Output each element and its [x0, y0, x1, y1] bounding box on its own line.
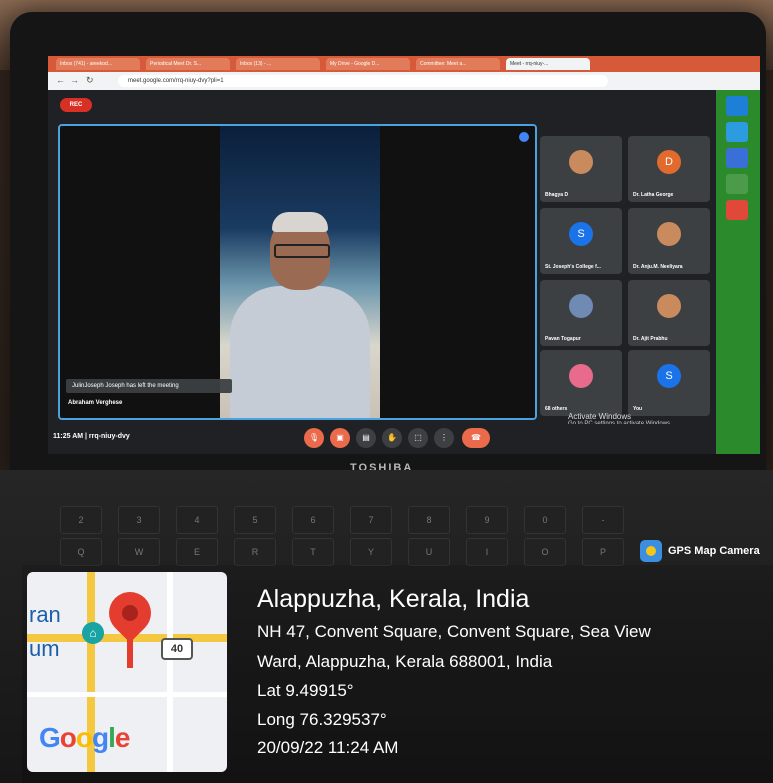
meet-control-bar: 11:25 AM | rrq-niuy-dvy 🎙 ▣ ▤ ✋ ⬚ ⋮ ☎	[48, 424, 760, 454]
browser-tab[interactable]: My Drive - Google D...	[326, 58, 410, 70]
participant-name: Dr. Latha George	[633, 192, 674, 198]
chrome-icon[interactable]	[726, 200, 748, 220]
key: 2	[60, 506, 102, 534]
key: P	[582, 538, 624, 566]
mic-icon[interactable]: 🎙	[304, 428, 324, 448]
main-speaker-name: Abraham Verghese	[68, 400, 123, 406]
key: 3	[118, 506, 160, 534]
photo-scene: Inbox (741) - areekod... Periodical Meet…	[0, 0, 773, 783]
participant-tile[interactable]: Dr. Anju.M. Neeliyara	[628, 208, 710, 274]
browser-tab-bar: Inbox (741) - areekod... Periodical Meet…	[48, 56, 760, 72]
latitude: Lat 9.49915°	[257, 681, 354, 700]
reload-icon[interactable]: ↻	[86, 75, 94, 86]
address-line-2: Ward, Alappuzha, Kerala 688001, India	[257, 652, 553, 671]
present-icon[interactable]: ⬚	[408, 428, 428, 448]
more-options-icon[interactable]: ⋮	[434, 428, 454, 448]
store-icon[interactable]	[726, 174, 748, 194]
participant-tile[interactable]: D Dr. Latha George	[628, 136, 710, 202]
forward-icon[interactable]: →	[70, 75, 79, 85]
avatar: S	[657, 364, 681, 388]
speaker-body	[230, 286, 370, 418]
participant-tile[interactable]: Bhagya D	[540, 136, 622, 202]
longitude: Long 76.329537°	[257, 710, 387, 729]
participant-name: Bhagya D	[545, 192, 569, 198]
key: 4	[176, 506, 218, 534]
map-label: um	[29, 636, 60, 661]
participant-name: Dr. Ajit Prabhu	[633, 336, 668, 342]
key: R	[234, 538, 276, 566]
browser-tab[interactable]: Periodical Meet Dr. S...	[146, 58, 230, 70]
location-title: Alappuzha, Kerala, India	[257, 585, 530, 613]
map-label: ran	[29, 602, 61, 627]
key: 7	[350, 506, 392, 534]
map-thumbnail: ran um ⌂ 40 Google	[27, 572, 227, 772]
key: 8	[408, 506, 450, 534]
meeting-time-code: 11:25 AM | rrq-niuy-dvy	[53, 433, 130, 440]
participant-tile-self[interactable]: S You	[628, 350, 710, 416]
browser-tab-active[interactable]: Meet - rrq-niuy-...	[506, 58, 590, 70]
address-line-1: NH 47, Convent Square, Convent Square, S…	[257, 622, 651, 641]
google-logo: Google	[39, 722, 130, 753]
laptop-screen: Inbox (741) - areekod... Periodical Meet…	[48, 56, 760, 454]
key: W	[118, 538, 160, 566]
participant-tile[interactable]: S St. Joseph's College f...	[540, 208, 622, 274]
participant-tile-others[interactable]: 68 others	[540, 350, 622, 416]
key: 9	[466, 506, 508, 534]
avatar	[569, 364, 593, 388]
main-speaker-tile: JulinJoseph Joseph has left the meeting …	[58, 124, 537, 420]
key: Y	[350, 538, 392, 566]
key: O	[524, 538, 566, 566]
participant-name: Pavan Togapur	[545, 336, 581, 342]
key: -	[582, 506, 624, 534]
speaker-video	[220, 126, 380, 418]
key: 6	[292, 506, 334, 534]
browser-tab[interactable]: Committee: Meet a...	[416, 58, 500, 70]
key: 0	[524, 506, 566, 534]
back-icon[interactable]: ←	[56, 75, 65, 85]
browser-tab[interactable]: Inbox (13) - ...	[236, 58, 320, 70]
key: Q	[60, 538, 102, 566]
key: I	[466, 538, 508, 566]
windows-start-icon[interactable]	[726, 96, 748, 116]
avatar	[657, 294, 681, 318]
museum-icon: ⌂	[82, 622, 104, 644]
browser-tab[interactable]: Inbox (741) - areekod...	[56, 58, 140, 70]
participant-name: Dr. Anju.M. Neeliyara	[633, 264, 683, 270]
highway-shield: 40	[161, 638, 193, 660]
camera-icon[interactable]: ▣	[330, 428, 350, 448]
speaking-indicator-icon	[519, 132, 529, 142]
address-bar: ← → ↻ meet.google.com/rrq-niuy-dvy?pli=1	[48, 72, 760, 90]
avatar	[569, 294, 593, 318]
windows-taskbar	[716, 90, 760, 454]
participant-name: 68 others	[545, 406, 568, 412]
url-field[interactable]: meet.google.com/rrq-niuy-dvy?pli=1	[118, 75, 608, 87]
gps-badge-label: GPS Map Camera	[668, 545, 760, 557]
raise-hand-icon[interactable]: ✋	[382, 428, 402, 448]
participant-tile[interactable]: Pavan Togapur	[540, 280, 622, 346]
timestamp: 20/09/22 11:24 AM	[257, 738, 399, 757]
key: E	[176, 538, 218, 566]
edge-icon[interactable]	[726, 122, 748, 142]
avatar: D	[657, 150, 681, 174]
key: T	[292, 538, 334, 566]
participant-name: St. Joseph's College f...	[545, 264, 601, 270]
avatar: S	[569, 222, 593, 246]
ie-icon[interactable]	[726, 148, 748, 168]
avatar	[569, 150, 593, 174]
glasses-icon	[274, 244, 330, 258]
key: U	[408, 538, 450, 566]
gps-map-camera-badge: GPS Map Camera	[640, 540, 770, 564]
key: 5	[234, 506, 276, 534]
end-call-icon[interactable]: ☎	[462, 428, 490, 448]
captions-icon[interactable]: ▤	[356, 428, 376, 448]
camera-icon	[640, 540, 662, 562]
participant-tile[interactable]: Dr. Ajit Prabhu	[628, 280, 710, 346]
avatar	[657, 222, 681, 246]
left-meeting-notice: JulinJoseph Joseph has left the meeting	[66, 379, 232, 393]
recording-badge: REC	[60, 98, 92, 112]
